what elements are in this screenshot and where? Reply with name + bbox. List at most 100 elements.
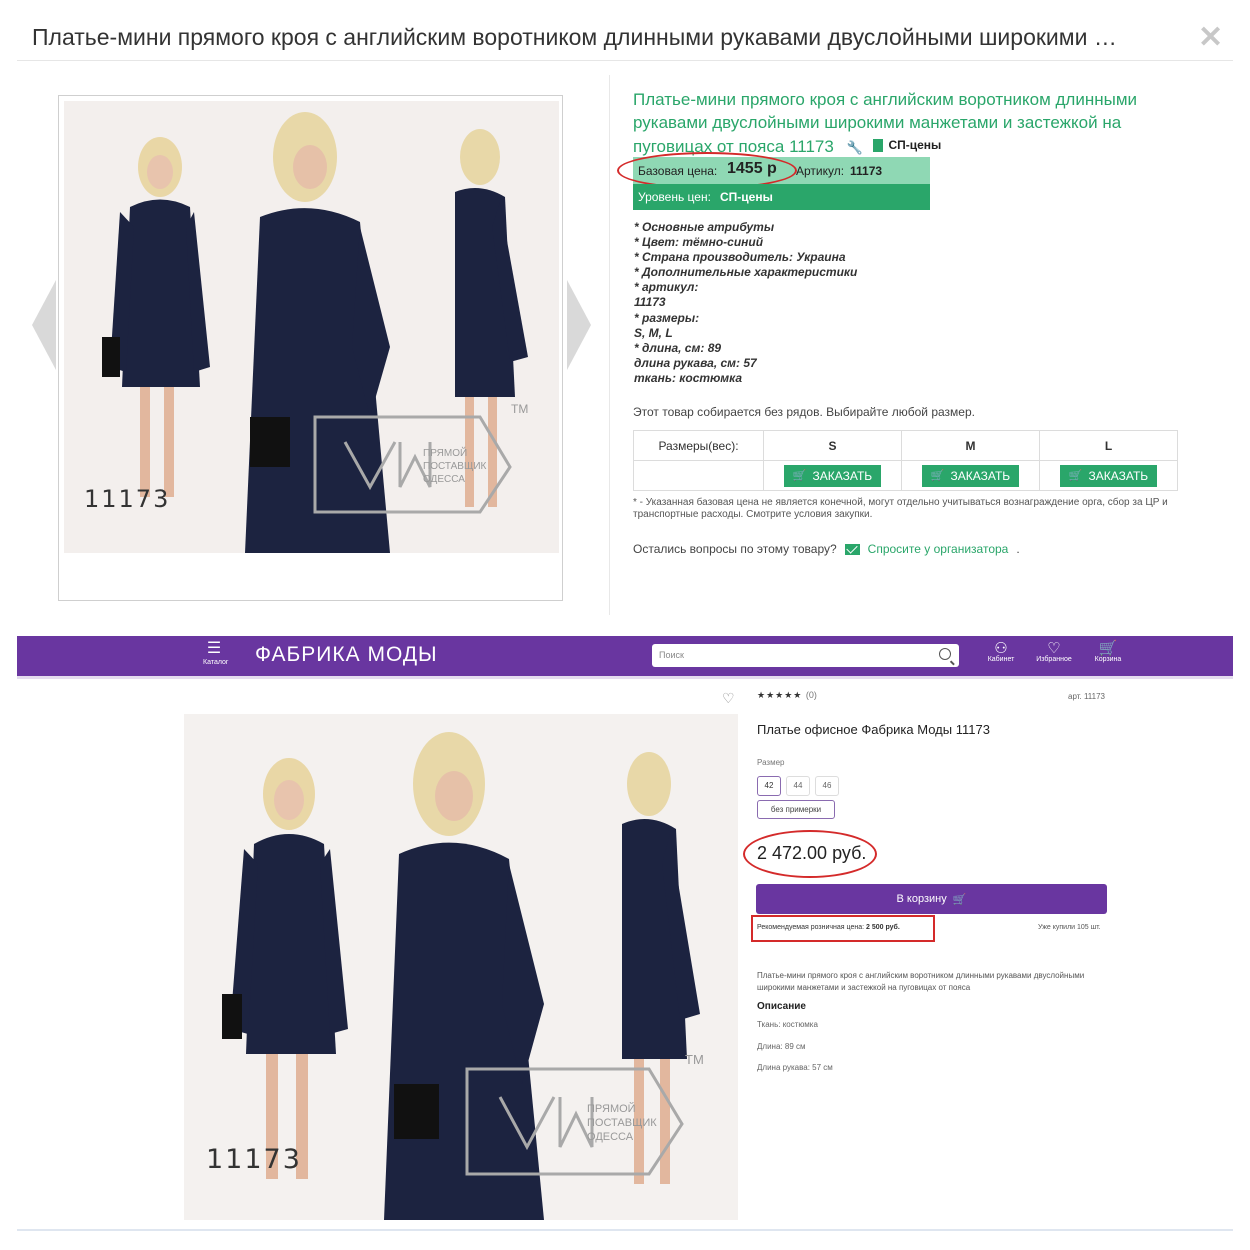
trademark: TM [685,1052,704,1067]
attribute-line: * Дополнительные характеристики [634,265,858,280]
green-square-icon [873,139,884,152]
article-number: арт. 11173 [1068,692,1106,701]
description-heading: Описание [757,1001,806,1012]
size-s-label: S [763,430,902,461]
search-input[interactable]: Поиск [652,644,959,667]
envelope-icon [844,543,860,555]
bought-count: Уже купили 105 шт. [1038,924,1101,931]
add-to-cart-button[interactable]: В корзину 🛒 [756,884,1107,914]
price-level-value: СП-цены [720,190,773,204]
favorite-heart-icon[interactable]: ♡ [722,690,735,707]
order-button-l[interactable]: 🛒 ЗАКАЗАТЬ [1059,464,1158,487]
add-to-cart-label: В корзину [896,893,947,905]
cabinet-button[interactable]: ⚇ Кабинет [978,641,1024,663]
attribute-line: 11173 [634,295,666,310]
attribute-line: * Цвет: тёмно-синий [634,235,764,250]
watermark-line-2: ПОСТАВЩИК [587,1117,657,1129]
article-value: 11173 [850,164,883,178]
no-rows-note: Этот товар собирается без рядов. Выбирай… [633,405,975,419]
short-description: Платье-мини прямого кроя с английским во… [757,971,1085,992]
user-icon: ⚇ [994,640,1008,657]
watermark-line-3: ОДЕССА [423,474,465,485]
attribute-line: ткань: костюмка [634,370,743,385]
product-title-link[interactable]: Платье-мини прямого кроя с английским во… [633,88,1193,159]
cart-icon: 🛒 [952,893,967,906]
watermark-line-2: ПОСТАВЩИК [423,461,487,472]
modal-title: Платье-мини прямого кроя с английским во… [32,24,1117,50]
column-divider [609,75,610,615]
no-fitting-chip[interactable]: без примерки [757,800,835,819]
size-m-label: M [901,430,1040,461]
price-level-row: Уровень цен: СП-цены [633,184,930,210]
wrench-icon[interactable]: 🔧 [847,140,863,155]
questions-text: Остались вопросы по этому товару? [633,542,837,556]
order-label: ЗАКАЗАТЬ [950,468,1011,483]
attribute-line: длина рукава, см: 57 [634,355,757,370]
rating[interactable]: ★★★★★ (0) [757,690,817,701]
menu-icon: ☰ [206,640,222,657]
attribute-line: * размеры: [634,310,700,325]
order-button-s[interactable]: 🛒 ЗАКАЗАТЬ [783,464,882,487]
header-shadow [17,676,1233,679]
order-label: ЗАКАЗАТЬ [1088,468,1149,483]
rating-count: (0) [805,690,817,700]
size-chip-46[interactable]: 46 [815,776,839,796]
size-chip-44[interactable]: 44 [786,776,810,796]
close-icon[interactable]: ✕ [1198,20,1223,55]
attribute-line: * Основные атрибуты [634,220,775,234]
empty-cell [633,460,764,491]
modal-divider [17,60,1233,61]
bottom-divider [17,1229,1233,1231]
catalog-button[interactable]: ☰ Каталог [203,640,229,670]
watermark-line-1: ПРЯМОЙ [587,1102,636,1115]
size-chip-42[interactable]: 42 [757,776,781,796]
site-header: ☰ Каталог ФАБРИКА МОДЫ Поиск ⚇ Кабинет ♡… [17,636,1233,676]
sp-price-badge: СП-цены [873,134,941,157]
sp-badge-label: СП-цены [888,138,942,152]
photo-number: 11173 [84,485,170,513]
site-product-title: Платье офисное Фабрика Моды 11173 [757,722,990,737]
order-button-m[interactable]: 🛒 ЗАКАЗАТЬ [921,464,1020,487]
site-photo-image: ПРЯМОЙ ПОСТАВЩИК ОДЕССА TM 11173 [184,714,738,1220]
cart-nav-button[interactable]: 🛒 Корзина [1085,641,1131,663]
article-label: Артикул: [796,164,845,178]
size-label: Размер [757,758,785,767]
recommended-price: Рекомендуемая розничная цена: 2 500 руб. [757,924,900,931]
order-label: ЗАКАЗАТЬ [812,468,873,483]
attribute-line: S, M, L [634,325,673,340]
attribute-line: * артикул: [634,280,699,295]
description-line: Ткань: костюмка [757,1020,818,1029]
attribute-line: * длина, см: 89 [634,340,722,355]
cabinet-label: Кабинет [987,656,1015,663]
site-product-photo[interactable]: ПРЯМОЙ ПОСТАВЩИК ОДЕССА TM 11173 [184,714,738,1220]
watermark-line-3: ОДЕССА [587,1131,634,1143]
search-placeholder: Поиск [659,650,684,660]
next-photo-arrow-icon[interactable] [567,280,591,370]
rating-stars-icon: ★★★★★ [757,690,803,700]
annotation-oval-site-price [743,830,877,878]
attributes-list: * Основные атрибуты * Цвет: тёмно-синий … [634,220,857,386]
search-icon[interactable] [939,648,951,660]
favorites-label: Избранное [1036,656,1072,663]
description-line: Длина: 89 см [757,1042,806,1051]
cart-icon: 🛒 [1068,470,1083,482]
catalog-label: Каталог [203,659,229,666]
rrp-value: 2 500 руб. [866,924,900,931]
trademark: TM [511,402,528,416]
favorites-button[interactable]: ♡ Избранное [1031,641,1077,663]
sizes-header: Размеры(вес): [633,430,764,461]
site-logo[interactable]: ФАБРИКА МОДЫ [255,643,438,667]
attribute-line: * Страна производитель: Украина [634,250,846,265]
ask-organizer-link[interactable]: Спросите у организатора [868,542,1009,556]
heart-icon: ♡ [1047,640,1061,657]
prev-photo-arrow-icon[interactable] [32,280,56,370]
product-photo-frame[interactable]: ПРЯМОЙ ПОСТАВЩИК ОДЕССА TM 11173 [58,95,563,601]
questions-row: Остались вопросы по этому товару? Спроси… [633,542,1020,556]
photo-number: 11173 [206,1144,302,1175]
size-l-label: L [1039,430,1178,461]
description-line: Длина рукава: 57 см [757,1063,833,1072]
cart-label: Корзина [1094,656,1122,663]
cart-icon: 🛒 [1098,640,1118,657]
watermark-line-1: ПРЯМОЙ [423,446,467,459]
product-photo: ПРЯМОЙ ПОСТАВЩИК ОДЕССА TM 11173 [64,101,559,553]
